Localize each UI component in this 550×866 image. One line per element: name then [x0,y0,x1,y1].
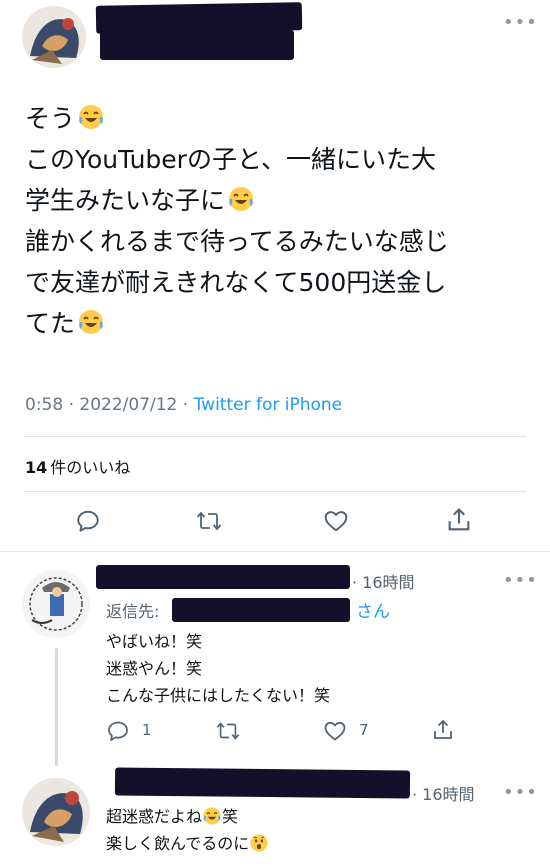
tweet-line: 学生みたいな子に [25,180,449,221]
tweet-line-text: そう [25,104,76,133]
reply-to-line: 返信先: [106,598,159,622]
tweet-line-text: 誰かくれるまで待ってるみたいな感じ [25,227,449,256]
more-icon[interactable]: ••• [503,572,538,590]
tweet-source-link[interactable]: Twitter for iPhone [194,395,343,415]
divider [24,491,526,492]
tweet-line: そう [25,98,449,139]
reply-line: 迷惑やん！笑 [106,659,203,678]
tweet-line: 誰かくれるまで待ってるみたいな感じ [25,221,449,262]
divider [0,551,550,552]
tweet-meta: 0:58 · 2022/07/12 · Twitter for iPhone [25,395,342,415]
reply-line: 楽しく飲んでるのに [106,830,269,857]
retweet-icon[interactable] [195,508,223,534]
reply-to-suffix: さん [356,602,390,622]
redacted-reply-author-name [96,565,350,589]
share-icon[interactable] [445,506,473,534]
more-icon[interactable]: ••• [503,784,538,802]
tweet-line: で友達が耐えきれなくて500円送金し [25,262,449,303]
tweet-timestamp: 0:58 · 2022/07/12 · [25,395,194,415]
author-avatar[interactable] [22,6,86,68]
tweet-line-text: 学生みたいな子に [25,186,226,215]
tweet-line-text: このYouTuberの子と、一緒にいた大 [25,145,436,174]
tweet-text: そう このYouTuberの子と、一緒にいた大 学生みたいな子に 誰かくれるまで… [25,98,449,344]
avatar-illustration [22,778,90,846]
like-icon[interactable] [322,508,350,534]
avatar-illustration [22,6,86,68]
retweet-icon[interactable] [215,719,241,743]
redacted-author-handle [100,30,294,60]
reply-line: 超迷惑だよね笑 [106,803,238,830]
reply-author-avatar[interactable] [22,778,90,846]
likes-summary[interactable]: 14 件のいいね [25,454,130,478]
reply-line: やばいね！笑 [106,632,203,651]
tweet-line: てた [25,303,449,344]
tears-of-joy-emoji-icon [79,310,104,334]
reply-icon[interactable] [75,508,101,534]
reply-line: こんな子供にはしたくない！笑 [106,686,331,705]
divider [24,436,526,437]
like-count: 7 [359,721,369,739]
likes-label: 件のいいね [50,458,131,477]
redacted-reply-to-handle[interactable] [172,598,350,622]
tears-of-joy-emoji-icon [229,187,254,211]
tears-of-joy-emoji-icon [203,807,221,825]
share-icon[interactable] [431,717,455,743]
thread-line [55,648,58,766]
reply-timestamp[interactable]: · 16時間 [412,781,475,805]
tweet-line-text: で友達が耐えきれなくて500円送金し [25,268,447,297]
reply-line-text: 楽しく飲んでるのに [106,834,250,853]
redacted-reply-author-name [114,767,411,799]
reply-text: やばいね！笑 迷惑やん！笑 こんな子供にはしたくない！笑 [106,628,330,709]
reply-author-avatar[interactable] [22,570,90,638]
reply-line-text: 超迷惑だよね [106,807,203,826]
tweet-line: このYouTuberの子と、一緒にいた大 [25,139,449,180]
avatar-illustration [22,570,90,638]
reply-line-suffix: 笑 [222,807,239,826]
like-icon[interactable] [322,719,348,743]
reply-to-label: 返信先: [106,602,160,621]
reply-timestamp[interactable]: · 16時間 [352,569,415,593]
tears-of-joy-emoji-icon [79,105,104,129]
reply-count: 1 [142,721,152,739]
tweet-line-text: てた [25,309,76,338]
more-icon[interactable]: ••• [503,14,538,32]
hushed-face-emoji-icon [250,834,268,852]
reply-icon[interactable] [106,719,130,743]
likes-count: 14 [25,458,48,477]
